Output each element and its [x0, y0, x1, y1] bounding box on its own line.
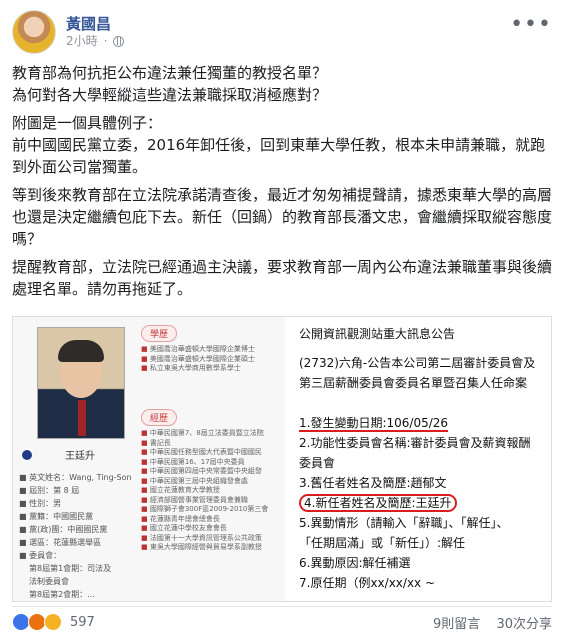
- education-item: 私立東吳大學商用數學系學士: [141, 364, 255, 374]
- experience-item: 中華民國第16、17屆中央委員: [141, 458, 268, 468]
- legislator-profile: 王廷升 學歷 美國喬治華盛頓大學國際企業博士 美國喬治華盛頓大學國際企業碩士 私…: [13, 317, 286, 601]
- experience-item: 書記長: [141, 439, 268, 449]
- post-header: 黃國昌 2小時 ·: [12, 10, 125, 54]
- author-avatar[interactable]: [12, 10, 56, 54]
- party-emblem-icon: [21, 449, 33, 461]
- info-line: ■ 性別：男: [19, 499, 62, 508]
- announcement-panel: 公開資訊觀測站重大訊息公告 (2732)六角-公告本公司第二屆審計委員會及 第三…: [285, 317, 551, 601]
- announcement-line: 6.異動原因:解任補選: [299, 556, 411, 570]
- info-line: 第8屆第1會期：司法及: [29, 564, 112, 573]
- experience-item: 花蓮縣青年總會總會長: [141, 515, 268, 525]
- shares-count[interactable]: 30次分享: [496, 617, 552, 632]
- education-item: 美國喬治華盛頓大學國際企業博士: [141, 345, 255, 355]
- reactions-summary[interactable]: 597: [12, 613, 95, 631]
- experience-item: 國立花蓮教育大學教授: [141, 486, 268, 496]
- reaction-count: 597: [70, 614, 95, 630]
- announcement-title: 公開資訊觀測站重大訊息公告: [299, 327, 456, 341]
- experience-item: 中華民國第四屆中央常委暨中央組發: [141, 467, 268, 477]
- experience-item: 經濟部國營事業管理委員會兼職: [141, 496, 268, 506]
- post-paragraph-2: 附圖是一個具體例子： 前中國國民黨立委，2016年卸任後，回到東華大學任教，根本…: [12, 114, 546, 176]
- info-line: ■ 屆別：第 8 屆: [19, 486, 80, 495]
- experience-item: 中華民國第三屆中央組織發會處: [141, 477, 268, 487]
- info-line: ■ 選區：花蓮縣選舉區: [19, 538, 102, 547]
- info-line: 法制委員會: [29, 577, 69, 586]
- globe-icon: [113, 35, 125, 47]
- profile-info: ■ 英文姓名：Wang, Ting-Son ■ 屆別：第 8 屆 ■ 性別：男 …: [19, 471, 132, 601]
- announcement-line: 3.舊任者姓名及簡歷:趙郁文: [299, 476, 447, 490]
- announcement-line: 委員會: [299, 456, 336, 470]
- announcement-line: 2.功能性委員會名稱:審計委員會及薪資報酬: [299, 436, 531, 450]
- post-footer: 597 9則留言 30次分享: [12, 606, 552, 637]
- announcement-line: 7.原任期（例xx/xx/xx ~: [299, 576, 436, 590]
- announcement-line: 5.異動情形（請輸入「辭職」、「解任」、: [299, 516, 509, 530]
- post-meta: 黃國昌 2小時 ·: [66, 15, 125, 49]
- announcement-line: (2732)六角-公告本公司第二屆審計委員會及: [299, 356, 536, 370]
- change-date-highlight: 1.發生變動日期:106/05/26: [299, 416, 449, 432]
- experience-item: 國立花蓮中學校友會會長: [141, 524, 268, 534]
- announcement-body: (2732)六角-公告本公司第二屆審計委員會及 第三屆薪酬委員會委員名單暨召集人…: [299, 353, 549, 593]
- experience-item: 中華民國第7、8屆立法委員暨立法院: [141, 429, 268, 439]
- author-name[interactable]: 黃國昌: [66, 15, 124, 33]
- announcement-line: 第三屆薪酬委員會委員名單暨召集人任命案: [299, 376, 528, 390]
- info-line: ■ 黨籍：中國國民黨: [19, 512, 94, 521]
- new-member-highlight: 4.新任者姓名及簡歷:王廷升: [299, 494, 457, 512]
- wow-reaction-icon: [44, 613, 62, 631]
- engagement-stats: 9則留言 30次分享: [421, 613, 552, 632]
- post-timestamp[interactable]: 2小時: [66, 33, 98, 49]
- experience-item: 國際獅子會300F區2009-2010第三會: [141, 505, 269, 515]
- post-paragraph-4: 提醒教育部，立法院已經通過主決議，要求教育部一周內公布違法兼職董事與後續處理名單…: [12, 258, 553, 298]
- info-line: ■ 黨(政)團：中國國民黨: [19, 525, 108, 534]
- announcement-line: 1.發生變動日期:106/05/26: [299, 413, 549, 433]
- experience-badge: 經歷: [141, 409, 178, 426]
- info-line: 第8屆第2會期：...: [29, 590, 95, 599]
- experience-list: 中華民國第7、8屆立法委員暨立法院 書記長 中華民國任務型國大代表暨中國國民 中…: [141, 429, 269, 553]
- announcement-line: [299, 393, 549, 413]
- post-paragraph-1: 教育部為何抗拒公布違法兼任獨董的教授名單？ 為何對各大學輕縱這些違法兼職採取消極…: [12, 64, 328, 104]
- post-image[interactable]: 王廷升 學歷 美國喬治華盛頓大學國際企業博士 美國喬治華盛頓大學國際企業碩士 私…: [12, 316, 552, 602]
- facebook-post: 黃國昌 2小時 · ••• 教育部為何抗拒公布違法兼任獨董的教授名單？ 為何對各…: [0, 0, 564, 643]
- post-paragraph-3: 等到後來教育部在立法院承諾清查後，最近才匆匆補提聲請，據悉東華大學的高層也還是決…: [12, 186, 553, 248]
- info-line: ■ 委員會：: [19, 551, 62, 560]
- announcement-line: 4.新任者姓名及簡歷:王廷升: [299, 493, 549, 513]
- experience-item: 法國第十一大學資訊管理系公共政策: [141, 534, 268, 544]
- education-list: 美國喬治華盛頓大學國際企業博士 美國喬治華盛頓大學國際企業碩士 私立東吳大學商用…: [141, 345, 255, 374]
- education-badge: 學歷: [141, 325, 178, 342]
- announcement-line: 「任期屆滿」或「新任」）:解任: [299, 536, 466, 550]
- profile-photo: [37, 327, 125, 439]
- education-item: 美國喬治華盛頓大學國際企業碩士: [141, 355, 255, 365]
- experience-item: 中華民國任務型國大代表暨中國國民: [141, 448, 268, 458]
- post-time: 2小時 ·: [66, 33, 125, 49]
- post-text: 教育部為何抗拒公布違法兼任獨董的教授名單？ 為何對各大學輕縱這些違法兼職採取消極…: [12, 62, 552, 306]
- info-line: ■ 英文姓名：Wang, Ting-Son: [19, 473, 132, 482]
- comments-count[interactable]: 9則留言: [433, 617, 480, 632]
- more-options-icon[interactable]: •••: [510, 12, 552, 37]
- profile-name: 王廷升: [65, 451, 95, 462]
- experience-item: 東吳大學國際經營與貿易學系副教授: [141, 543, 268, 553]
